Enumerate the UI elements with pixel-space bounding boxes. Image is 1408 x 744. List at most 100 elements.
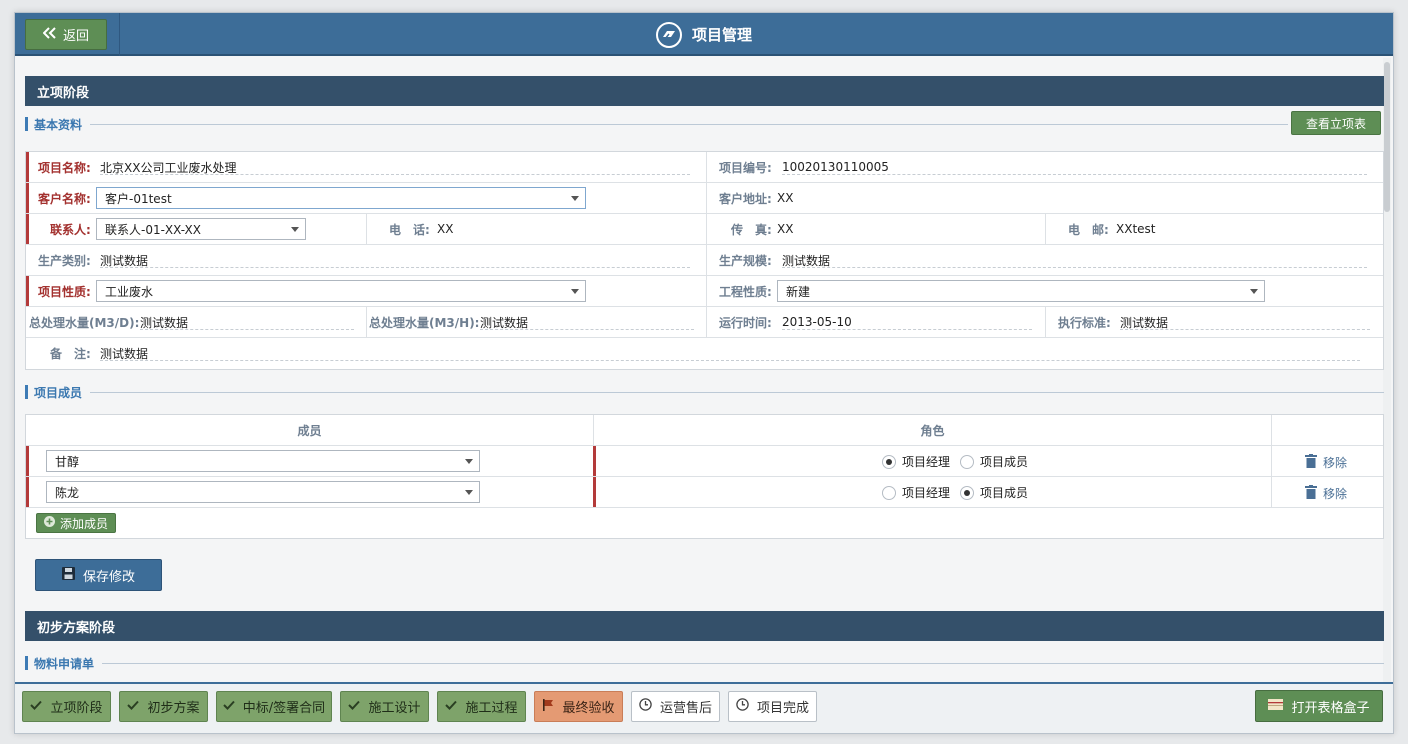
project-number-value: 10020130110005: [782, 160, 889, 174]
section-material-request: 物料申请单: [25, 655, 1384, 671]
folder-icon: [1268, 698, 1284, 714]
role-manager-label: 项目经理: [902, 455, 951, 469]
stage-header-initiation: 立项阶段: [25, 76, 1384, 106]
check-icon: [348, 699, 361, 714]
project-nature-cell: 项目性质: 工业废水: [26, 276, 706, 306]
title-text: 项目管理: [691, 26, 752, 44]
table-row: 陈龙 项目经理 项目成员 移除: [26, 477, 1383, 508]
column-header-member: 成员: [297, 423, 322, 438]
required-marker: [26, 446, 29, 476]
page-title: 项目管理: [15, 13, 1393, 56]
role-manager-radio[interactable]: [882, 454, 896, 469]
open-box-label: 打开表格盒子: [1291, 700, 1370, 716]
step-preliminary[interactable]: 初步方案: [119, 691, 208, 722]
chevron-down-icon: [1250, 289, 1258, 294]
plus-icon: [43, 516, 55, 530]
save-changes-button[interactable]: 保存修改: [35, 559, 162, 591]
add-member-label: 添加成员: [59, 516, 108, 531]
engineering-nature-cell: 工程性质: 新建: [707, 276, 1385, 306]
engineering-nature-select[interactable]: 新建: [777, 280, 1265, 302]
step-contract[interactable]: 中标/签署合同: [216, 691, 332, 722]
role-member-label: 项目成员: [980, 486, 1029, 500]
customer-label: 客户名称:: [38, 191, 91, 206]
clock-icon: [736, 698, 749, 715]
step-final-acceptance[interactable]: 最终验收: [534, 691, 623, 722]
stage-title: 初步方案阶段: [37, 620, 116, 636]
form-row: 备 注: 测试数据: [26, 338, 1383, 369]
section-marker: [25, 656, 28, 670]
water-volume-daily-value: 测试数据: [140, 315, 189, 330]
email-value: XXtest: [1116, 222, 1156, 236]
customer-address-label: 客户地址:: [719, 191, 772, 206]
step-label: 施工设计: [368, 701, 421, 716]
required-marker: [593, 446, 596, 476]
contact-selected-value: 联系人-01-XX-XX: [105, 222, 201, 237]
step-construction-design[interactable]: 施工设计: [340, 691, 429, 722]
stage-progress-bar: 立项阶段 初步方案 中标/签署合同 施工设计 施工过程 最终验收 运营售后 项目…: [15, 682, 1393, 733]
remove-member-button[interactable]: 移除: [1305, 485, 1347, 502]
check-icon: [445, 699, 458, 714]
section-title-text: 项目成员: [34, 385, 83, 400]
standard-value: 测试数据: [1120, 315, 1169, 330]
member-selected-value: 陈龙: [55, 485, 80, 500]
add-member-button[interactable]: 添加成员: [36, 513, 116, 533]
dashed-underline: [480, 329, 694, 330]
fax-cell: 传 真: XX: [707, 214, 1045, 244]
phone-value: XX: [437, 222, 454, 236]
role-member-radio[interactable]: [960, 485, 975, 500]
stage-title: 立项阶段: [37, 85, 90, 101]
production-scale-label: 生产规模:: [719, 253, 772, 268]
contact-select[interactable]: 联系人-01-XX-XX: [96, 218, 306, 240]
project-nature-select[interactable]: 工业废水: [96, 280, 586, 302]
column-divider: [1271, 477, 1272, 507]
step-label: 施工过程: [465, 701, 518, 716]
view-button-label: 查看立项表: [1305, 116, 1366, 131]
chevron-down-icon: [571, 196, 579, 201]
project-number-cell: 项目编号: 10020130110005: [707, 152, 1385, 182]
step-label: 运营售后: [659, 701, 712, 716]
customer-select[interactable]: 客户-01test: [96, 187, 586, 209]
project-nature-selected-value: 工业废水: [105, 284, 154, 299]
contact-cell: 联系人: 联系人-01-XX-XX: [26, 214, 366, 244]
production-type-value: 测试数据: [100, 253, 149, 268]
project-nature-label: 项目性质:: [38, 284, 91, 299]
remark-cell: 备 注: 测试数据: [26, 338, 1385, 368]
form-row: 项目名称: 北京XX公司工业废水处理 项目编号: 10020130110005: [26, 152, 1383, 183]
production-scale-value: 测试数据: [782, 253, 831, 268]
member-select[interactable]: 甘醇: [46, 450, 480, 472]
step-initiation[interactable]: 立项阶段: [22, 691, 111, 722]
member-select[interactable]: 陈龙: [46, 481, 480, 503]
check-icon: [223, 699, 235, 714]
step-operation[interactable]: 运营售后: [631, 691, 720, 722]
form-row: 总处理水量(M3/D): 测试数据 总处理水量(M3/H): 测试数据 运行时间…: [26, 307, 1383, 338]
step-construction-process[interactable]: 施工过程: [437, 691, 526, 722]
top-bar: 返回 项目管理: [15, 13, 1393, 56]
dashed-underline: [100, 267, 690, 268]
production-type-cell: 生产类别: 测试数据: [26, 245, 706, 275]
step-label: 初步方案: [147, 701, 200, 716]
check-icon: [127, 699, 140, 714]
dashed-underline: [782, 329, 1032, 330]
view-initiation-form-button[interactable]: 查看立项表: [1291, 111, 1381, 135]
dashed-underline: [782, 174, 1367, 175]
standard-cell: 执行标准: 测试数据: [1046, 307, 1385, 337]
customer-cell: 客户名称: 客户-01test: [26, 183, 706, 213]
remark-label: 备 注:: [50, 346, 91, 361]
form-row: 生产类别: 测试数据 生产规模: 测试数据: [26, 245, 1383, 276]
chevron-down-icon: [571, 289, 579, 294]
section-divider: [90, 123, 1288, 125]
water-volume-daily-cell: 总处理水量(M3/D): 测试数据: [26, 307, 366, 337]
project-name-value: 北京XX公司工业废水处理: [100, 160, 237, 175]
project-number-label: 项目编号:: [719, 160, 772, 175]
remove-label: 移除: [1323, 456, 1348, 470]
role-member-label: 项目成员: [980, 455, 1029, 469]
water-volume-daily-label: 总处理水量(M3/D):: [29, 315, 140, 330]
step-project-complete[interactable]: 项目完成: [728, 691, 817, 722]
open-table-box-button[interactable]: 打开表格盒子: [1255, 690, 1383, 722]
required-marker: [26, 477, 29, 507]
flag-icon: [542, 698, 554, 715]
section-divider: [102, 662, 1384, 664]
remove-member-button[interactable]: 移除: [1305, 454, 1347, 471]
role-manager-radio[interactable]: [882, 485, 896, 500]
role-member-radio[interactable]: [960, 454, 975, 469]
